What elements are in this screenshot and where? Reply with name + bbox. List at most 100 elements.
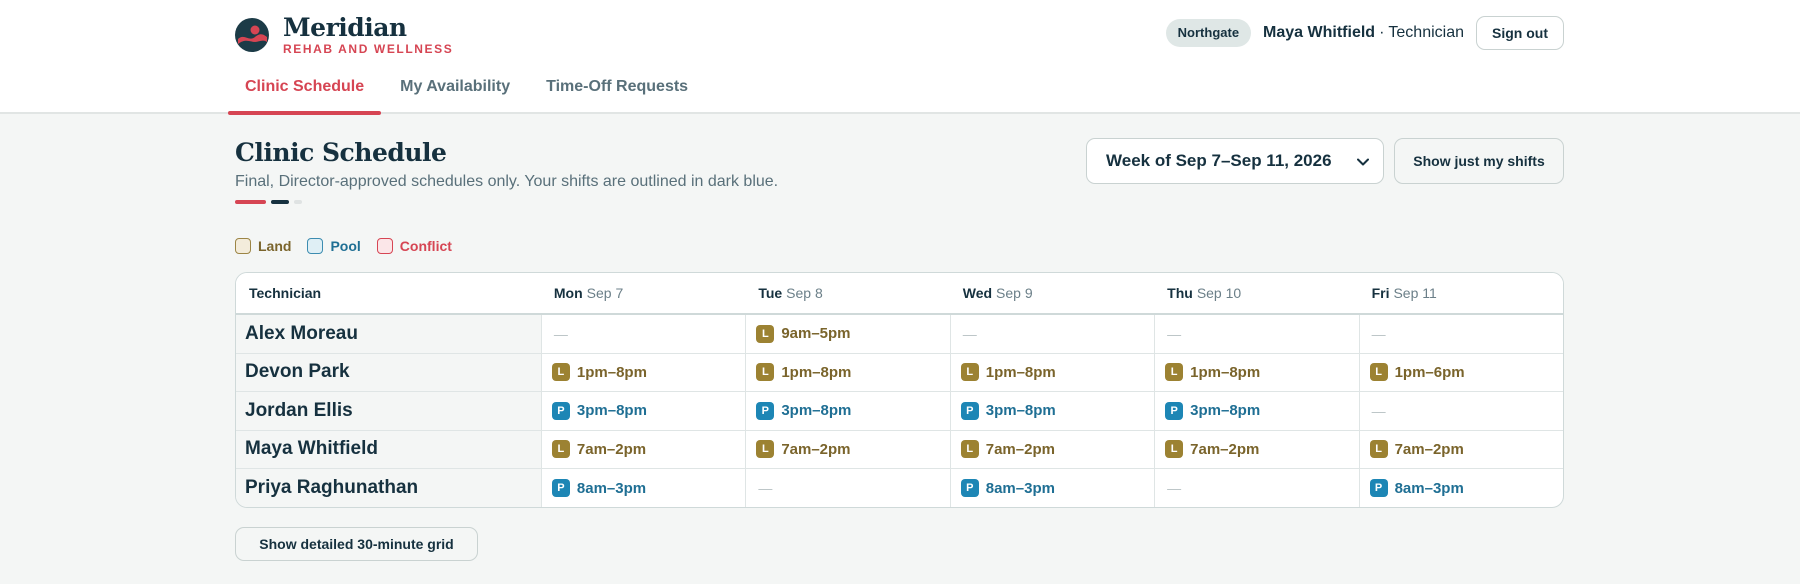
week-select-value: Week of Sep 7–Sep 11, 2026 (1106, 151, 1332, 170)
pool-shift: P 8am–3pm (960, 479, 1055, 498)
empty-dash: — (758, 480, 773, 497)
shift-time: 9am–5pm (781, 325, 851, 343)
wave-logo-icon (235, 18, 269, 52)
shift-time: 7am–2pm (1190, 440, 1260, 458)
empty-dash: — (962, 325, 977, 342)
pool-badge-icon: P (1165, 401, 1184, 420)
shift-cell[interactable]: L 1pm–8pm (949, 353, 1154, 391)
pool-badge-icon: P (960, 479, 979, 498)
brand-subtitle: REHAB AND WELLNESS (283, 42, 454, 56)
land-shift: L 7am–2pm (1165, 440, 1260, 459)
shift-cell[interactable]: P 8am–3pm (949, 469, 1154, 507)
pool-badge-icon: P (551, 479, 570, 498)
land-badge-icon: L (756, 324, 775, 343)
land-shift: L 7am–2pm (960, 440, 1055, 459)
land-badge-icon: L (960, 440, 979, 459)
shift-time: 1pm–6pm (1394, 363, 1465, 381)
empty-cell: — (1358, 392, 1563, 430)
legend: Land Pool Conflict (235, 237, 468, 255)
land-badge-icon: L (960, 363, 979, 382)
header-day-thu: Thu Sep 10 (1167, 285, 1242, 301)
empty-cell: — (1358, 315, 1563, 353)
shift-cell[interactable]: P 8am–3pm (540, 469, 745, 507)
shift-time: 7am–2pm (1394, 440, 1464, 458)
pool-shift: P 8am–3pm (551, 479, 646, 498)
shift-cell[interactable]: L 1pm–8pm (1154, 353, 1358, 391)
land-badge-icon: L (1369, 440, 1388, 459)
land-shift: L 1pm–8pm (1165, 363, 1261, 382)
empty-cell: — (949, 315, 1154, 353)
header-day-mon: Mon Sep 7 (553, 285, 624, 301)
shift-time: 1pm–8pm (1190, 363, 1261, 381)
user-area: Northgate Maya Whitfield · Technician Si… (1165, 16, 1564, 50)
show-detailed-grid-button[interactable]: Show detailed 30-minute grid (235, 527, 478, 561)
legend-land: Land (235, 238, 291, 254)
top-bar: Meridian REHAB AND WELLNESS Northgate Ma… (0, 0, 1800, 115)
shift-cell[interactable]: L 1pm–6pm (1358, 353, 1563, 391)
land-shift: L 1pm–8pm (551, 363, 647, 382)
user-role: Technician (1388, 24, 1464, 41)
empty-dash: — (1371, 325, 1386, 342)
technician-name: Jordan Ellis (236, 392, 541, 430)
empty-dash: — (553, 325, 568, 342)
shift-time: 1pm–8pm (576, 363, 647, 381)
shift-cell[interactable]: P 3pm–8pm (1154, 392, 1358, 430)
shift-cell[interactable]: L 7am–2pm (745, 430, 949, 468)
land-shift: L 7am–2pm (551, 440, 646, 459)
user-separator: · (1379, 24, 1385, 41)
brand[interactable]: Meridian REHAB AND WELLNESS (235, 12, 453, 58)
land-shift: L 1pm–8pm (960, 363, 1056, 382)
shift-cell[interactable]: L 7am–2pm (949, 430, 1154, 468)
pool-badge-icon: P (960, 401, 979, 420)
table-row: Jordan Ellis P 3pm–8pm P 3pm–8pm P 3pm–8pm P 3pm… (236, 392, 1563, 431)
shift-cell[interactable]: L 7am–2pm (1358, 430, 1563, 468)
pool-swatch-icon (307, 238, 324, 254)
land-shift: L 9am–5pm (756, 324, 851, 343)
pool-shift: P 3pm–8pm (551, 401, 647, 420)
land-shift: L 1pm–8pm (756, 363, 852, 382)
header-technician: Technician (249, 285, 322, 301)
shift-time: 8am–3pm (985, 479, 1055, 497)
tab-clinic-schedule[interactable]: Clinic Schedule (228, 68, 382, 115)
pool-badge-icon: P (1369, 479, 1388, 498)
shift-cell[interactable]: P 3pm–8pm (949, 392, 1154, 430)
tab-my-availability[interactable]: My Availability (383, 68, 527, 114)
land-swatch-icon (235, 238, 251, 254)
shift-time: 8am–3pm (1394, 479, 1464, 497)
pool-shift: P 3pm–8pm (960, 401, 1056, 420)
shift-time: 7am–2pm (781, 440, 851, 458)
week-select[interactable]: Week of Sep 7–Sep 11, 2026 (1086, 138, 1384, 184)
empty-dash: — (1167, 325, 1182, 342)
land-badge-icon: L (1369, 363, 1388, 382)
land-badge-icon: L (551, 440, 570, 459)
shift-cell[interactable]: L 1pm–8pm (745, 353, 949, 391)
sign-out-button[interactable]: Sign out (1476, 16, 1564, 50)
table-row: Maya Whitfield L 7am–2pm L 7am–2pm L 7am–2pm L 7… (236, 430, 1563, 469)
empty-cell: — (540, 315, 745, 353)
shift-time: 1pm–8pm (781, 363, 852, 381)
technician-name: Alex Moreau (236, 315, 541, 353)
conflict-swatch-icon (376, 238, 393, 254)
chevron-down-icon (1357, 151, 1369, 171)
shift-cell[interactable]: L 7am–2pm (1154, 430, 1358, 468)
technician-name: Maya Whitfield (236, 430, 541, 468)
schedule-table: Technician Mon Sep 7 Tue Sep 8 Wed Sep 9 Th… (235, 272, 1564, 508)
show-my-shifts-button[interactable]: Show just my shifts (1394, 138, 1564, 184)
schedule-body: Alex Moreau — L 9am–5pm — — — Devon Park L 1pm–8p… (236, 315, 1563, 507)
shift-cell[interactable]: P 3pm–8pm (540, 392, 745, 430)
table-row: Priya Raghunathan P 8am–3pm — P 8am–3pm — P 8am–… (236, 469, 1563, 507)
shift-cell[interactable]: P 8am–3pm (1358, 469, 1563, 507)
location-badge: Northgate (1165, 19, 1252, 47)
shift-cell[interactable]: L 1pm–8pm (540, 353, 745, 391)
page-title: Clinic Schedule (235, 138, 447, 167)
empty-cell: — (1154, 315, 1358, 353)
land-shift: L 1pm–6pm (1369, 363, 1465, 382)
table-row: Devon Park L 1pm–8pm L 1pm–8pm L 1pm–8pm L 1pm–8… (236, 353, 1563, 392)
shift-cell[interactable]: L 9am–5pm (745, 315, 949, 353)
shift-cell[interactable]: P 3pm–8pm (745, 392, 949, 430)
header-day-tue: Tue Sep 8 (758, 285, 823, 301)
land-badge-icon: L (756, 363, 775, 382)
tab-time-off-requests[interactable]: Time-Off Requests (529, 68, 705, 114)
shift-time: 3pm–8pm (781, 402, 852, 420)
shift-cell[interactable]: L 7am–2pm (540, 430, 745, 468)
